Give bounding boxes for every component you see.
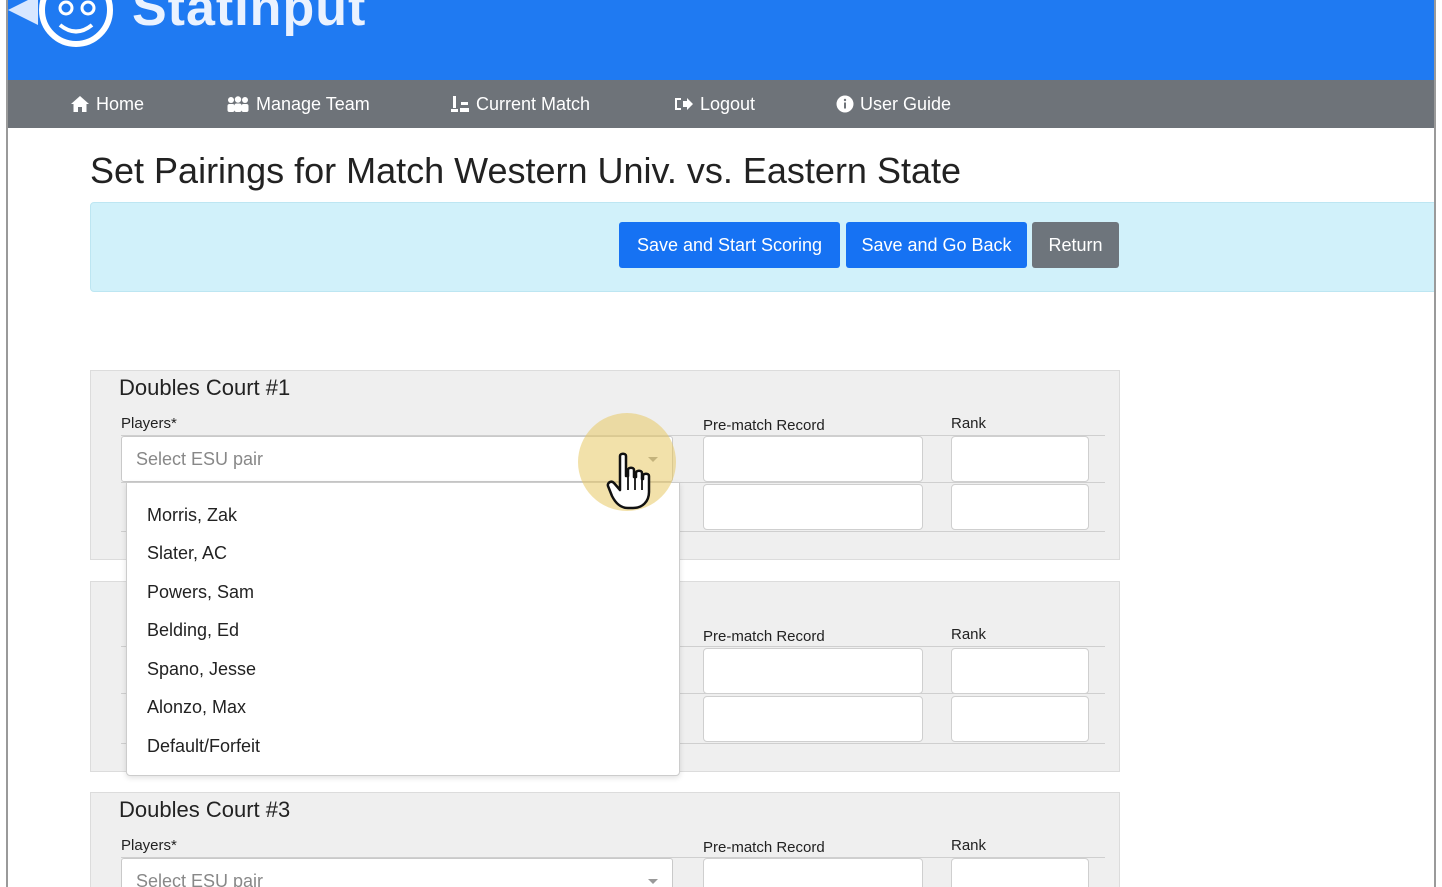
players-label: Players* [121,837,177,854]
select-placeholder: Select ESU pair [136,449,264,469]
save-go-back-button[interactable]: Save and Go Back [846,222,1027,268]
page-title: Set Pairings for Match Western Univ. vs.… [90,150,962,191]
chevron-down-icon [648,879,658,884]
chess-icon [451,96,469,112]
esu-pair-dropdown: Morris, Zak Slater, AC Powers, Sam Beldi… [126,482,680,776]
logo-icon [8,0,113,47]
record-input[interactable] [703,858,923,887]
nav-user-guide-label: User Guide [860,94,952,114]
record-label: Pre-match Record [703,628,825,645]
users-icon [227,96,249,112]
rank-input[interactable] [951,648,1089,694]
record-input-2[interactable] [703,696,923,742]
rank-label: Rank [951,415,987,432]
nav-current-match-label: Current Match [476,94,591,114]
rank-input[interactable] [951,436,1089,482]
players-label: Players* [121,415,177,432]
rank-input[interactable] [951,858,1089,887]
nav-user-guide[interactable]: User Guide [836,80,951,128]
dropdown-option[interactable]: Default/Forfeit [147,736,260,757]
record-label: Pre-match Record [703,417,825,434]
nav-manage-team-label: Manage Team [256,94,370,114]
app-window: StatInput Home Manage Team Current Match… [6,0,1436,887]
dropdown-option[interactable]: Slater, AC [147,543,227,564]
brand-name: StatInput [132,0,367,37]
home-icon [71,96,89,112]
return-button[interactable]: Return [1032,222,1119,268]
hand-cursor-icon [606,452,651,510]
nav-current-match[interactable]: Current Match [450,80,590,128]
rank-label: Rank [951,837,987,854]
nav-home-label: Home [96,94,145,114]
rank-input-2[interactable] [951,696,1089,742]
dropdown-option[interactable]: Belding, Ed [147,620,239,641]
save-start-scoring-button[interactable]: Save and Start Scoring [619,222,840,268]
nav-logout-label: Logout [700,94,756,114]
dropdown-option[interactable]: Powers, Sam [147,582,254,603]
doubles-court-3: Doubles Court #3 Players* Pre-match Reco… [90,792,1120,887]
main-nav: Home Manage Team Current Match Logout Us… [8,80,1434,128]
record-label: Pre-match Record [703,839,825,856]
brand-bar: StatInput [8,0,1434,80]
dropdown-option[interactable]: Spano, Jesse [147,659,256,680]
court-title: Doubles Court #1 [119,375,291,400]
court-title: Doubles Court #3 [119,797,291,822]
nav-logout[interactable]: Logout [674,80,755,128]
rank-label: Rank [951,626,987,643]
select-placeholder: Select ESU pair [136,871,264,887]
nav-manage-team[interactable]: Manage Team [226,80,370,128]
record-input-2[interactable] [703,484,923,530]
rank-input-2[interactable] [951,484,1089,530]
esu-pair-select[interactable]: Select ESU pair [121,858,673,887]
dropdown-option[interactable]: Alonzo, Max [147,697,246,718]
logout-icon [675,98,693,110]
dropdown-option[interactable]: Morris, Zak [147,505,237,526]
info-icon [836,95,854,113]
nav-home[interactable]: Home [70,80,144,128]
record-input[interactable] [703,648,923,694]
record-input[interactable] [703,436,923,482]
